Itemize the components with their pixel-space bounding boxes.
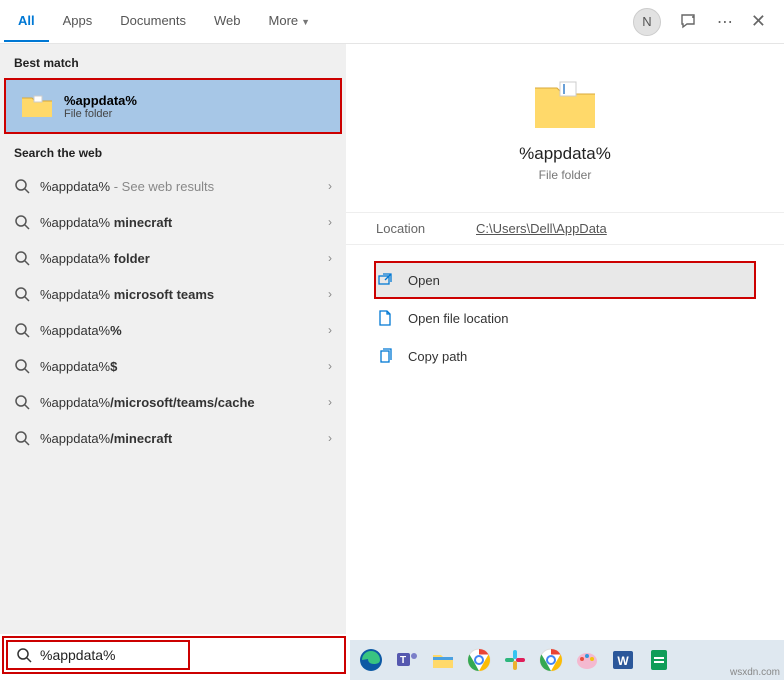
web-result-row[interactable]: %appdata%%› [0, 312, 346, 348]
result-text: %appdata%$ [40, 359, 328, 374]
user-avatar[interactable]: N [633, 8, 661, 36]
chevron-right-icon: › [328, 215, 332, 229]
watermark: wsxdn.com [730, 667, 780, 678]
preview-title: %appdata% [346, 144, 784, 164]
search-icon [14, 430, 30, 446]
search-filter-tabs: All Apps Documents Web More▼ N ⋯ ✕ [0, 0, 784, 44]
taskbar-chrome2-icon[interactable] [536, 645, 566, 675]
taskbar-chrome-icon[interactable] [464, 645, 494, 675]
action-copy-path[interactable]: Copy path [346, 337, 784, 375]
preview-panel: %appdata% File folder Location C:\Users\… [346, 44, 784, 634]
web-result-row[interactable]: %appdata% microsoft teams› [0, 276, 346, 312]
chevron-right-icon: › [328, 287, 332, 301]
search-query-text: %appdata% [40, 647, 116, 663]
taskbar-sheets-icon[interactable] [644, 645, 674, 675]
search-icon [14, 394, 30, 410]
web-result-row[interactable]: %appdata% folder› [0, 240, 346, 276]
chevron-right-icon: › [328, 359, 332, 373]
close-icon[interactable]: ✕ [751, 11, 766, 32]
search-icon [16, 647, 32, 663]
result-text: %appdata%/minecraft [40, 431, 328, 446]
location-path[interactable]: C:\Users\Dell\AppData [476, 221, 607, 236]
search-icon [14, 286, 30, 302]
search-icon [14, 214, 30, 230]
search-icon [14, 250, 30, 266]
folder-large-icon [530, 74, 600, 134]
web-result-row[interactable]: %appdata%$› [0, 348, 346, 384]
chevron-right-icon: › [328, 395, 332, 409]
taskbar-edge-icon[interactable] [356, 645, 386, 675]
result-text: %appdata%/microsoft/teams/cache [40, 395, 328, 410]
more-options-icon[interactable]: ⋯ [717, 12, 733, 32]
taskbar-word-icon[interactable]: W [608, 645, 638, 675]
tab-apps[interactable]: Apps [49, 1, 107, 42]
tab-web[interactable]: Web [200, 1, 255, 42]
location-label: Location [376, 221, 476, 236]
taskbar-slack-icon[interactable] [500, 645, 530, 675]
chevron-right-icon: › [328, 179, 332, 193]
result-text: %appdata% microsoft teams [40, 287, 328, 302]
svg-text:W: W [617, 654, 629, 668]
chevron-right-icon: › [328, 323, 332, 337]
results-panel: Best match %appdata% File folder Search … [0, 44, 346, 634]
tab-more[interactable]: More▼ [255, 1, 325, 42]
result-text: %appdata%% [40, 323, 328, 338]
action-open-location-label: Open file location [408, 311, 508, 326]
preview-subtitle: File folder [346, 168, 784, 182]
action-open[interactable]: Open [376, 263, 754, 297]
taskbar-paint-icon[interactable] [572, 645, 602, 675]
web-result-row[interactable]: %appdata%/minecraft› [0, 420, 346, 456]
web-result-row[interactable]: %appdata% - See web results› [0, 168, 346, 204]
tab-documents[interactable]: Documents [106, 1, 200, 42]
result-text: %appdata% minecraft [40, 215, 328, 230]
web-result-row[interactable]: %appdata% minecraft› [0, 204, 346, 240]
action-open-label: Open [408, 273, 440, 288]
web-result-row[interactable]: %appdata%/microsoft/teams/cache› [0, 384, 346, 420]
search-icon [14, 178, 30, 194]
file-location-icon [376, 309, 394, 327]
svg-text:T: T [400, 655, 406, 666]
search-icon [14, 358, 30, 374]
open-icon [376, 271, 394, 289]
action-open-location[interactable]: Open file location [346, 299, 784, 337]
folder-icon [20, 92, 54, 120]
search-web-heading: Search the web [0, 134, 346, 168]
feedback-icon[interactable] [679, 12, 699, 32]
chevron-right-icon: › [328, 251, 332, 265]
search-box[interactable]: %appdata% [2, 636, 346, 674]
search-icon [14, 322, 30, 338]
tab-all[interactable]: All [4, 1, 49, 42]
best-match-result[interactable]: %appdata% File folder [4, 78, 342, 134]
chevron-down-icon: ▼ [301, 17, 310, 27]
location-row: Location C:\Users\Dell\AppData [346, 212, 784, 245]
action-copy-path-label: Copy path [408, 349, 467, 364]
result-title: %appdata% [64, 93, 137, 108]
result-text: %appdata% - See web results [40, 179, 328, 194]
taskbar: T W [350, 640, 784, 680]
copy-icon [376, 347, 394, 365]
chevron-right-icon: › [328, 431, 332, 445]
result-subtitle: File folder [64, 108, 137, 120]
taskbar-explorer-icon[interactable] [428, 645, 458, 675]
taskbar-teams-icon[interactable]: T [392, 645, 422, 675]
best-match-heading: Best match [0, 44, 346, 78]
result-text: %appdata% folder [40, 251, 328, 266]
